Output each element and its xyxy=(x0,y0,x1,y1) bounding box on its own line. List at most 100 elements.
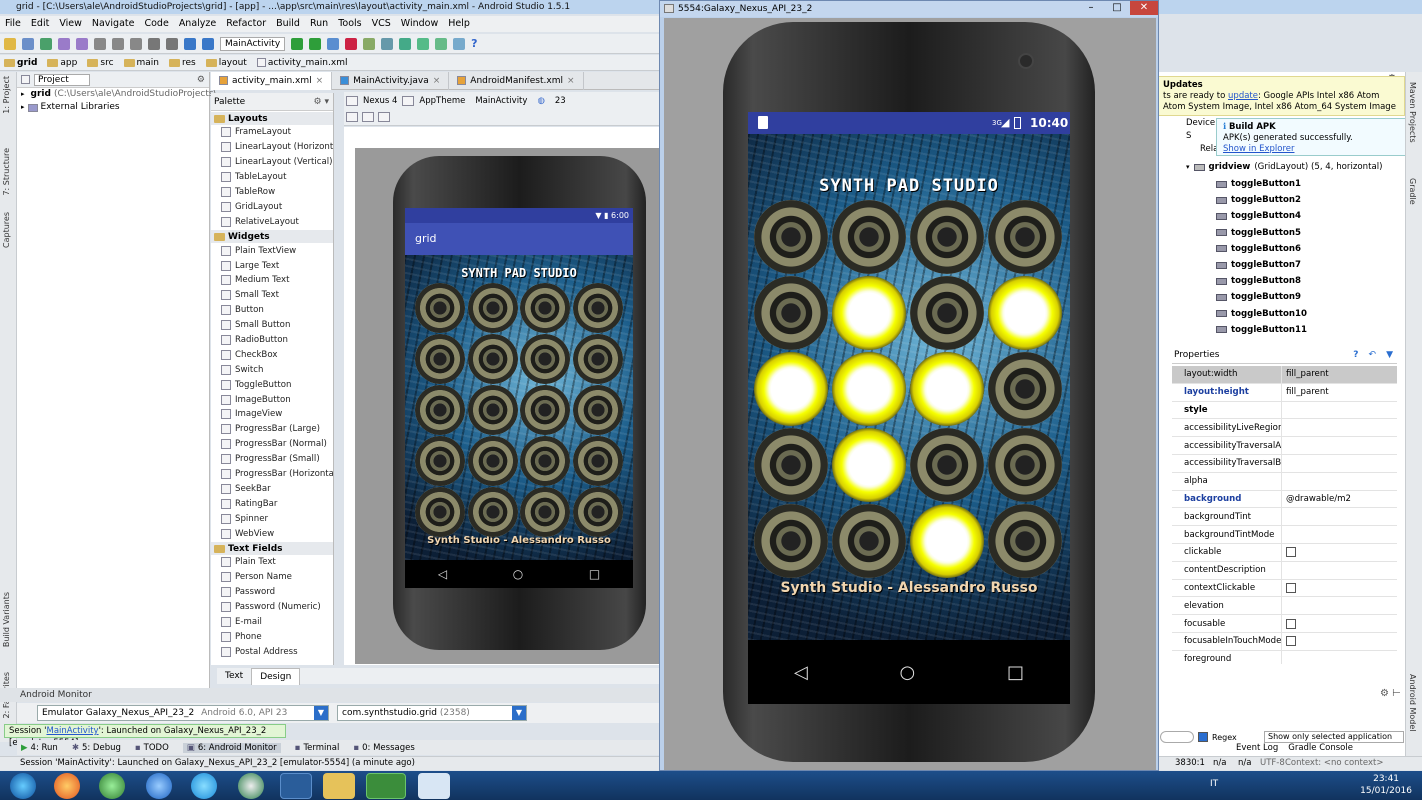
toggle-pad-13[interactable] xyxy=(415,436,465,486)
menu-edit[interactable]: Edit xyxy=(26,16,54,32)
toggle-pad-19[interactable] xyxy=(910,504,984,578)
tree-row-toggle[interactable]: toggleButton8 xyxy=(1172,273,1397,289)
breadcrumb-item[interactable]: src xyxy=(87,58,119,68)
toggle-pad-19[interactable] xyxy=(520,487,570,537)
tree-row-toggle[interactable]: toggleButton2 xyxy=(1172,192,1397,208)
firefox-icon[interactable] xyxy=(54,773,80,799)
palette-item[interactable]: Password (Numeric) xyxy=(211,600,333,615)
palette-item[interactable]: Postal Address xyxy=(211,644,333,659)
palette-item[interactable]: Switch xyxy=(211,362,333,377)
device-combo[interactable]: Emulator Galaxy_Nexus_API_23_2 Android 6… xyxy=(37,705,329,721)
settings-icon[interactable] xyxy=(363,37,376,50)
close-icon[interactable]: × xyxy=(567,72,575,90)
cut-icon[interactable] xyxy=(94,37,106,50)
toggle-pad-17[interactable] xyxy=(415,487,465,537)
close-icon[interactable]: × xyxy=(316,72,324,90)
vpn-icon[interactable] xyxy=(238,773,264,799)
activity-select[interactable]: MainActivity xyxy=(470,96,532,106)
avd-manager-icon[interactable] xyxy=(417,37,430,50)
telegram-icon[interactable] xyxy=(191,773,217,799)
gradle-console-tab[interactable]: Gradle Console xyxy=(1288,743,1353,753)
gear-icon[interactable]: ⚙ xyxy=(197,75,205,85)
back-nav-icon[interactable]: ◁ xyxy=(794,662,808,683)
property-row[interactable]: elevation xyxy=(1172,597,1397,616)
process-combo[interactable]: com.synthstudio.grid (2358) ▼ xyxy=(337,705,527,721)
property-row[interactable]: accessibilityTraversalBefo xyxy=(1172,454,1397,473)
toggle-pad-7[interactable] xyxy=(520,334,570,384)
line-separator[interactable]: n/a xyxy=(1213,757,1226,770)
minimize-button[interactable]: – xyxy=(1078,1,1104,15)
caret-position[interactable]: 3830:1 xyxy=(1175,757,1205,770)
property-row[interactable]: layout:width fill_parent xyxy=(1172,366,1397,384)
property-row[interactable]: backgroundTintMode xyxy=(1172,526,1397,544)
palette-item[interactable]: E-mail xyxy=(211,615,333,630)
paste-icon[interactable] xyxy=(130,37,142,50)
start-button[interactable] xyxy=(10,773,36,799)
android-studio-task[interactable] xyxy=(280,773,312,799)
toggle-pad-8[interactable] xyxy=(988,276,1062,350)
tree-item-external-libraries[interactable]: ▸ External Libraries xyxy=(17,101,209,114)
structure-tool-tab[interactable]: 7: Structure xyxy=(2,148,11,196)
sdk-manager-icon[interactable] xyxy=(435,37,448,50)
palette-item[interactable]: Phone xyxy=(211,630,333,645)
property-row[interactable]: layout:height fill_parent xyxy=(1172,383,1397,402)
property-row[interactable]: contentDescription xyxy=(1172,561,1397,580)
preview-screen[interactable]: ▼ ▮ 6:00 grid SYNTH PAD STUDIO Synth Stu… xyxy=(405,208,633,588)
toggle-pad-14[interactable] xyxy=(467,436,518,486)
save-icon[interactable] xyxy=(22,37,34,50)
property-row[interactable]: accessibilityTraversalAfte xyxy=(1172,437,1397,455)
property-row[interactable]: focusableInTouchMode xyxy=(1172,632,1397,651)
palette-item[interactable]: ProgressBar (Large) xyxy=(211,422,333,437)
undo-icon[interactable] xyxy=(58,37,70,50)
menu-tools[interactable]: Tools xyxy=(333,16,366,32)
property-row[interactable]: contextClickable xyxy=(1172,579,1397,598)
toggle-pad-3[interactable] xyxy=(910,200,984,274)
maven-projects-tab[interactable]: Maven Projects xyxy=(1408,82,1417,143)
bottom-tab-0-messages[interactable]: ▪ 0: Messages xyxy=(353,743,414,753)
gradle-tab[interactable]: Gradle xyxy=(1408,178,1417,205)
property-value[interactable] xyxy=(1282,455,1286,472)
help-icon[interactable]: ? xyxy=(1353,346,1358,364)
replace-icon[interactable] xyxy=(166,37,178,50)
menu-window[interactable]: Window xyxy=(396,16,443,32)
copy-icon[interactable] xyxy=(112,37,124,50)
palette-item[interactable]: Large Text xyxy=(211,258,333,273)
palette-item[interactable]: TableLayout xyxy=(211,170,333,185)
property-value[interactable] xyxy=(1282,437,1286,454)
breadcrumb-item[interactable]: app xyxy=(47,58,83,68)
palette-item[interactable]: TableRow xyxy=(211,185,333,200)
palette-item[interactable]: RadioButton xyxy=(211,333,333,348)
bottom-tab-terminal[interactable]: ▪ Terminal xyxy=(295,743,340,753)
chevron-right-icon[interactable]: ▸ xyxy=(21,101,25,114)
palette-group-widgets[interactable]: Widgets xyxy=(211,230,333,244)
property-row[interactable]: accessibilityLiveRegion xyxy=(1172,419,1397,438)
regex-checkbox[interactable] xyxy=(1198,732,1208,742)
tree-row-toggle[interactable]: toggleButton5 xyxy=(1172,225,1397,241)
settings-icon[interactable]: ⚙ ⊢ xyxy=(1380,688,1401,699)
toggle-pad-1[interactable] xyxy=(754,200,828,274)
palette-item[interactable]: RatingBar xyxy=(211,496,333,511)
toggle-pad-16[interactable] xyxy=(988,428,1062,502)
chevron-right-icon[interactable]: ▸ xyxy=(21,88,25,101)
toggle-pad-8[interactable] xyxy=(572,334,623,384)
palette-item[interactable]: LinearLayout (Vertical) xyxy=(211,155,333,170)
property-value[interactable] xyxy=(1282,508,1286,525)
tree-row-toggle[interactable]: toggleButton11 xyxy=(1172,322,1397,338)
recents-nav-icon[interactable]: □ xyxy=(1007,662,1024,683)
editor-tab-activity_main-xml[interactable]: activity_main.xml × xyxy=(211,71,333,90)
toggle-pad-16[interactable] xyxy=(572,436,623,486)
project-structure-icon[interactable] xyxy=(381,37,394,50)
build-variants-tool-tab[interactable]: Build Variants xyxy=(2,592,11,647)
help-icon[interactable]: ? xyxy=(471,37,477,50)
property-value[interactable] xyxy=(1282,473,1286,490)
tab-design[interactable]: Design xyxy=(251,667,301,685)
redo-icon[interactable] xyxy=(76,37,88,50)
property-row[interactable]: clickable xyxy=(1172,543,1397,562)
property-row[interactable]: foreground xyxy=(1172,650,1397,664)
toggle-pad-5[interactable] xyxy=(415,334,465,384)
menu-vcs[interactable]: VCS xyxy=(367,16,396,32)
toggle-pad-2[interactable] xyxy=(467,283,518,333)
property-value[interactable] xyxy=(1282,651,1286,664)
menu-run[interactable]: Run xyxy=(305,16,333,32)
logcat-search-input[interactable] xyxy=(1160,731,1194,743)
